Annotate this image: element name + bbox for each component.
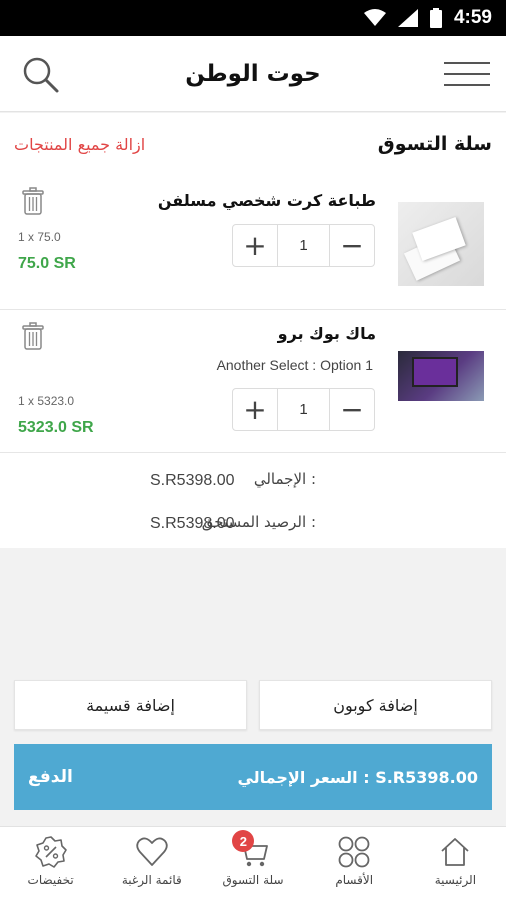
categories-icon <box>338 836 370 868</box>
app-title: حوت الوطن <box>185 60 321 87</box>
total-label: الإجمالي : <box>253 470 316 488</box>
quantity-times-price: 1 x 5323.0 <box>18 394 75 408</box>
item-price: 5323.0 SR <box>18 419 94 436</box>
increase-button[interactable]: + <box>233 389 277 430</box>
coupon-actions: إضافة قسيمة إضافة كوبون <box>14 680 492 730</box>
decrease-button[interactable]: − <box>330 225 374 266</box>
quantity-stepper: + 1 − <box>232 224 375 267</box>
add-voucher-button[interactable]: إضافة قسيمة <box>14 680 247 730</box>
discount-icon <box>34 836 67 868</box>
home-icon <box>441 838 470 866</box>
app-bar: حوت الوطن <box>0 36 506 112</box>
nav-item-cart[interactable]: 2 سلة التسوق <box>202 827 303 900</box>
nav-label: الأقسام <box>335 873 374 887</box>
product-name[interactable]: ماك بوك برو <box>278 324 376 343</box>
total-value: S.R5398.00 <box>150 472 235 489</box>
bottom-nav: الرئيسية الأقسام 2 سلة التسوق قائمة الرغ… <box>0 826 506 900</box>
quantity-value: 1 <box>277 389 330 430</box>
item-price: 75.0 SR <box>18 255 76 272</box>
cart-header: سلة التسوق ازالة جميع المنتجات <box>0 113 506 173</box>
balance-due-value: S.R5398.00 <box>150 515 235 532</box>
product-name[interactable]: طباعة كرت شخصي مسلفن <box>158 191 376 210</box>
totals-section: الإجمالي : S.R5398.00 الرصيد المستحق : S… <box>0 453 506 548</box>
product-image[interactable] <box>398 351 484 401</box>
status-bar: 4:59 <box>0 0 506 36</box>
pay-label: الدفع <box>28 767 73 787</box>
checkout-button[interactable]: الدفع السعر الإجمالي : S.R5398.00 <box>14 744 492 810</box>
signal-icon <box>397 9 418 27</box>
decrease-button[interactable]: − <box>330 389 374 430</box>
quantity-value: 1 <box>277 225 330 266</box>
heart-icon <box>136 837 168 866</box>
nav-label: قائمة الرغبة <box>121 873 182 887</box>
product-option: Another Select : Option 1 <box>216 357 373 373</box>
status-time: 4:59 <box>453 7 492 28</box>
balance-due-row: الرصيد المستحق : S.R5398.00 <box>0 509 506 539</box>
nav-item-discounts[interactable]: تخفيضات <box>0 827 101 900</box>
increase-button[interactable]: + <box>233 225 277 266</box>
nav-label: سلة التسوق <box>222 873 284 887</box>
wifi-icon <box>363 9 386 26</box>
quantity-stepper: + 1 − <box>232 388 375 431</box>
search-icon[interactable] <box>20 54 60 94</box>
total-row: الإجمالي : S.R5398.00 <box>0 466 506 496</box>
nav-label: الرئيسية <box>434 873 477 887</box>
cart-section: سلة التسوق ازالة جميع المنتجات طباعة كرت… <box>0 113 506 548</box>
remove-all-link[interactable]: ازالة جميع المنتجات <box>14 135 145 154</box>
quantity-times-price: 1 x 75.0 <box>18 230 61 244</box>
product-image[interactable] <box>398 202 484 286</box>
nav-item-home[interactable]: الرئيسية <box>405 827 506 900</box>
nav-item-wishlist[interactable]: قائمة الرغبة <box>101 827 202 900</box>
menu-icon[interactable] <box>444 62 490 88</box>
cart-item: طباعة كرت شخصي مسلفن + 1 − 1 x 75.0 75.0… <box>0 173 506 310</box>
trash-icon[interactable] <box>22 187 44 215</box>
cart-item: ماك بوك برو Another Select : Option 1 + … <box>0 310 506 453</box>
cart-title: سلة التسوق <box>377 133 492 155</box>
nav-item-categories[interactable]: الأقسام <box>304 827 405 900</box>
nav-label: تخفيضات <box>27 873 74 887</box>
trash-icon[interactable] <box>22 322 44 350</box>
add-coupon-button[interactable]: إضافة كوبون <box>259 680 492 730</box>
checkout-total: السعر الإجمالي : S.R5398.00 <box>237 767 478 787</box>
battery-icon <box>429 8 442 28</box>
